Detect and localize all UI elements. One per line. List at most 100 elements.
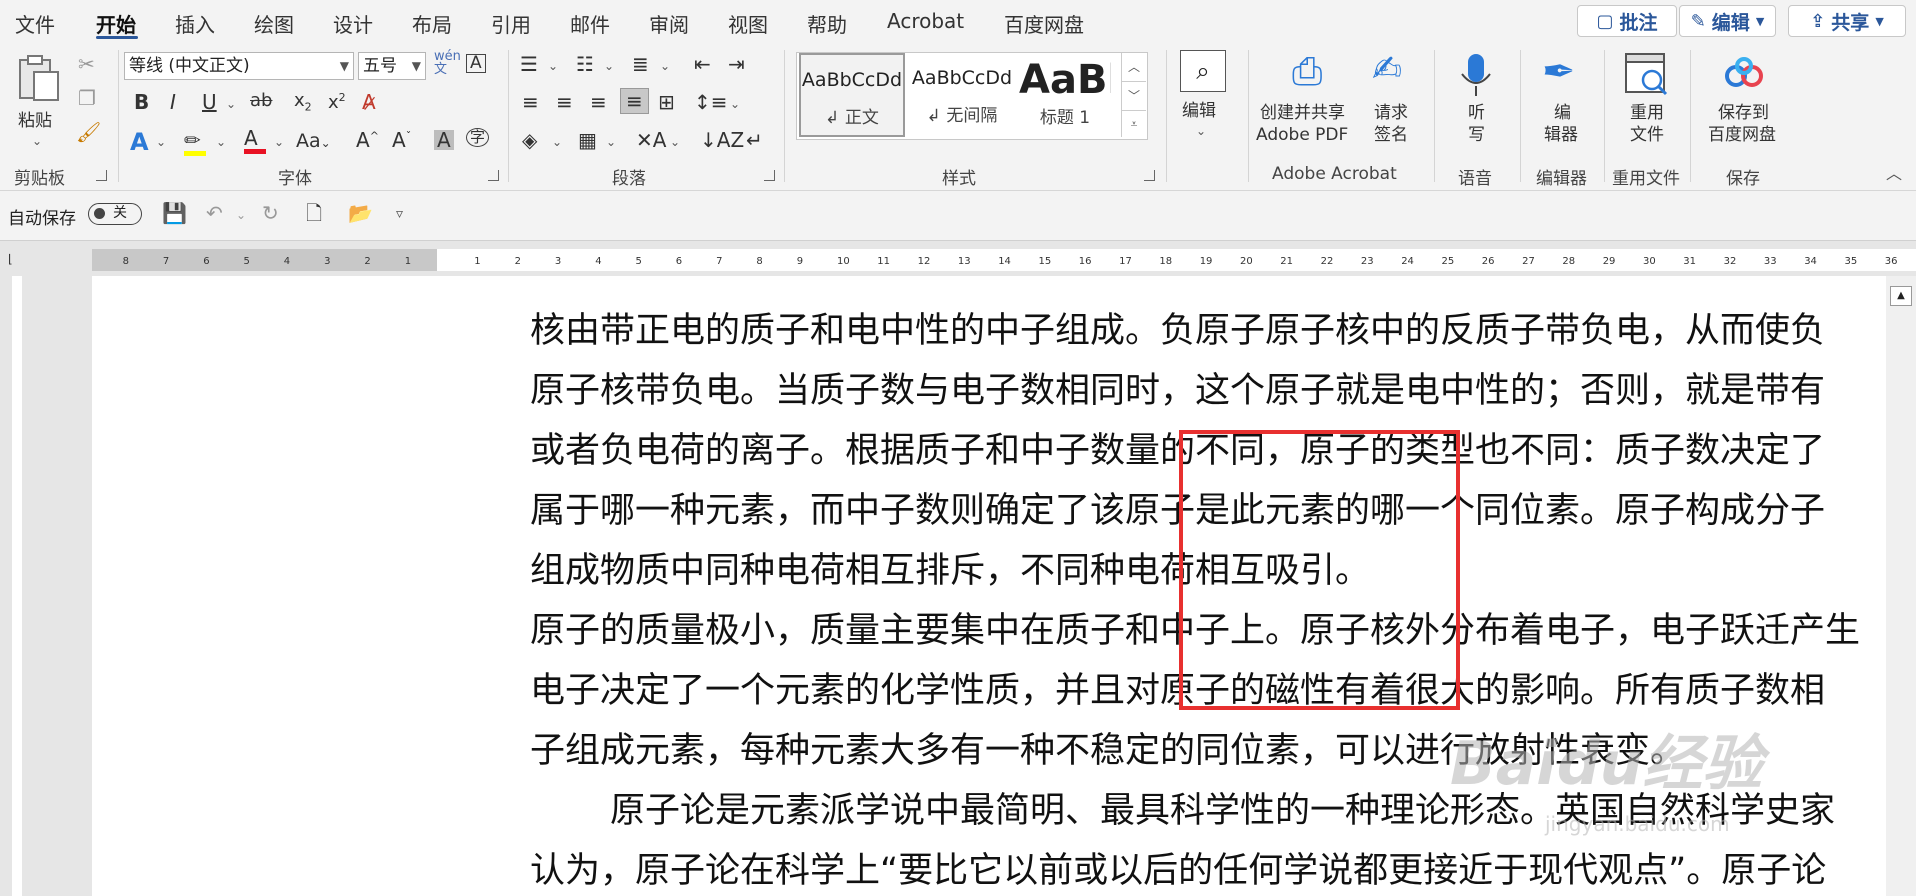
menu-references[interactable]: 引用	[491, 9, 531, 38]
document-page[interactable]: ▔ 核由带正电的质子和电中性的中子组成。负原子原子核中的反质子带负电，从而使负 …	[92, 276, 1886, 896]
subscript-icon[interactable]: x2	[294, 92, 312, 113]
styles-launcher-icon[interactable]	[1144, 170, 1155, 181]
autosave-toggle[interactable]: 关	[88, 203, 142, 225]
chevron-down-icon[interactable]: ⌄	[660, 60, 670, 72]
redo-icon[interactable]: ↻	[262, 203, 279, 223]
ruler-tick: 3	[324, 256, 331, 267]
more-styles-icon[interactable]: ⩡	[1122, 110, 1146, 137]
decrease-indent-icon[interactable]: ⇤	[694, 54, 711, 74]
style-no-spacing[interactable]: AaBbCcDd ↲ 无间隔	[909, 53, 1015, 137]
chevron-down-icon[interactable]: ﹀	[1122, 81, 1146, 110]
style-heading-1[interactable]: AaBb 标题 1	[1019, 53, 1111, 137]
paragraph-launcher-icon[interactable]	[764, 170, 775, 181]
bold-icon[interactable]: B	[134, 92, 149, 112]
font-name-combo[interactable]: 等线 (中文正文) ▼	[124, 52, 354, 80]
edit-mode-button[interactable]: ✎ 编辑 ▼	[1679, 5, 1776, 37]
collapse-ribbon-icon[interactable]: ︿	[1886, 166, 1902, 182]
dictate-button[interactable]: 听 写	[1444, 50, 1510, 160]
horizontal-ruler[interactable]: 8 7 6 5 4 3 2 1 1 2 3 4 5 6 7 8 9 10 11 12 13 14 15 16 17 18 19 20 2…	[92, 249, 1916, 271]
borders-icon[interactable]: ▦	[578, 130, 597, 150]
font-size-combo[interactable]: 五号 ▼	[358, 52, 426, 80]
chevron-down-icon[interactable]: ⌄	[216, 136, 226, 148]
clipboard-launcher-icon[interactable]	[96, 170, 107, 181]
editor-button[interactable]: ✒ 编 辑器	[1528, 50, 1598, 160]
chevron-down-icon[interactable]: ⌄	[552, 136, 562, 148]
phonetic-guide-icon[interactable]: wén 文	[434, 50, 461, 76]
underline-icon[interactable]: U	[202, 92, 217, 112]
menu-baidu-netdisk[interactable]: 百度网盘	[1004, 9, 1084, 38]
menu-layout[interactable]: 布局	[412, 9, 452, 38]
line-spacing-icon[interactable]: ↕≡	[694, 92, 728, 112]
menu-home[interactable]: 开始	[96, 9, 136, 38]
chevron-down-icon[interactable]: ⌄	[226, 98, 236, 110]
shrink-font-icon[interactable]: Aˇ	[392, 130, 411, 150]
italic-icon[interactable]: I	[170, 92, 176, 112]
menu-help[interactable]: 帮助	[807, 9, 847, 38]
format-painter-icon[interactable]: 🖌	[76, 122, 101, 142]
tab-selector-icon[interactable]: ⌊	[8, 253, 13, 265]
chevron-down-icon[interactable]: ⌄	[548, 60, 558, 72]
text-effects-icon[interactable]: A	[130, 130, 149, 154]
menu-design[interactable]: 设计	[333, 9, 373, 38]
justify-icon[interactable]: ≡	[620, 88, 649, 114]
save-to-netdisk-button[interactable]: 保存到 百度网盘	[1700, 50, 1788, 160]
menu-review[interactable]: 审阅	[649, 9, 689, 38]
align-right-icon[interactable]: ≡	[590, 92, 607, 112]
clear-formatting-icon[interactable]: A̷	[362, 92, 376, 112]
chevron-down-icon[interactable]: ⌄	[604, 60, 614, 72]
change-case-button[interactable]: Aa⌄	[296, 132, 331, 151]
vertical-scrollbar[interactable]: ▲	[1886, 276, 1916, 896]
open-folder-icon[interactable]: 📂	[348, 203, 373, 223]
cut-icon[interactable]: ✂	[78, 54, 95, 74]
grow-font-icon[interactable]: A^	[356, 130, 379, 150]
shading-icon[interactable]: ◈	[522, 130, 537, 150]
menu-acrobat[interactable]: Acrobat	[887, 9, 964, 33]
request-signature-button[interactable]: ✍ 请求 签名	[1366, 50, 1418, 160]
reuse-files-button[interactable]: 重用 文件	[1612, 50, 1684, 160]
menu-file[interactable]: 文件	[15, 9, 55, 38]
copy-icon[interactable]: ❐	[78, 88, 96, 108]
save-icon[interactable]: 💾	[162, 203, 187, 223]
sort-icon[interactable]: ↓AZ	[700, 130, 744, 150]
enclose-characters-icon[interactable]: 字	[466, 128, 490, 147]
font-color-icon[interactable]: A	[244, 128, 266, 154]
superscript-icon[interactable]: x2	[328, 92, 346, 112]
paste-button[interactable]: 粘贴 ⌄	[14, 50, 64, 150]
character-border-icon[interactable]: A	[466, 54, 486, 73]
menu-mailings[interactable]: 邮件	[570, 9, 610, 38]
style-normal[interactable]: AaBbCcDd ↲ 正文	[799, 53, 905, 137]
customize-toolbar-icon[interactable]: ▿	[396, 207, 403, 221]
signature-icon: ✍	[1372, 49, 1403, 90]
increase-indent-icon[interactable]: ⇥	[728, 54, 745, 74]
numbering-icon[interactable]: ☷	[576, 54, 594, 74]
vertical-ruler[interactable]	[0, 276, 30, 896]
chevron-up-icon[interactable]: ︿	[1122, 53, 1146, 81]
font-launcher-icon[interactable]	[488, 170, 499, 181]
share-button[interactable]: ⇪ 共享 ▼	[1788, 5, 1906, 37]
undo-icon[interactable]: ↶	[206, 203, 223, 223]
multilevel-list-icon[interactable]: ≣	[632, 54, 649, 74]
new-document-icon[interactable]: 🗋	[306, 203, 322, 223]
bullets-icon[interactable]: ☰	[520, 54, 538, 74]
chevron-down-icon[interactable]: ⌄	[670, 136, 680, 148]
editing-button[interactable]: ⌕ 编辑 ⌄	[1178, 50, 1230, 160]
menu-view[interactable]: 视图	[728, 9, 768, 38]
menu-draw[interactable]: 绘图	[254, 9, 294, 38]
chinese-layout-icon[interactable]: ✕A	[636, 130, 666, 150]
distributed-icon[interactable]: ⊞	[658, 92, 675, 112]
chevron-down-icon[interactable]: ⌄	[730, 98, 740, 110]
menu-insert[interactable]: 插入	[175, 9, 215, 38]
align-center-icon[interactable]: ≡	[556, 92, 573, 112]
align-left-icon[interactable]: ≡	[522, 92, 539, 112]
comment-button[interactable]: ▢ 批注	[1577, 5, 1677, 37]
character-shading-icon[interactable]: A	[434, 130, 454, 150]
strikethrough-icon[interactable]: ab	[250, 92, 272, 110]
create-share-pdf-button[interactable]: ⎙ 创建并共享 Adobe PDF	[1256, 50, 1358, 160]
show-marks-icon[interactable]: ↵	[746, 130, 763, 150]
chevron-down-icon[interactable]: ⌄	[236, 209, 246, 221]
highlight-icon[interactable]: ✏	[184, 130, 206, 156]
chevron-down-icon[interactable]: ⌄	[274, 136, 284, 148]
scroll-up-icon[interactable]: ▲	[1890, 286, 1912, 306]
chevron-down-icon[interactable]: ⌄	[606, 136, 616, 148]
chevron-down-icon[interactable]: ⌄	[156, 136, 166, 148]
